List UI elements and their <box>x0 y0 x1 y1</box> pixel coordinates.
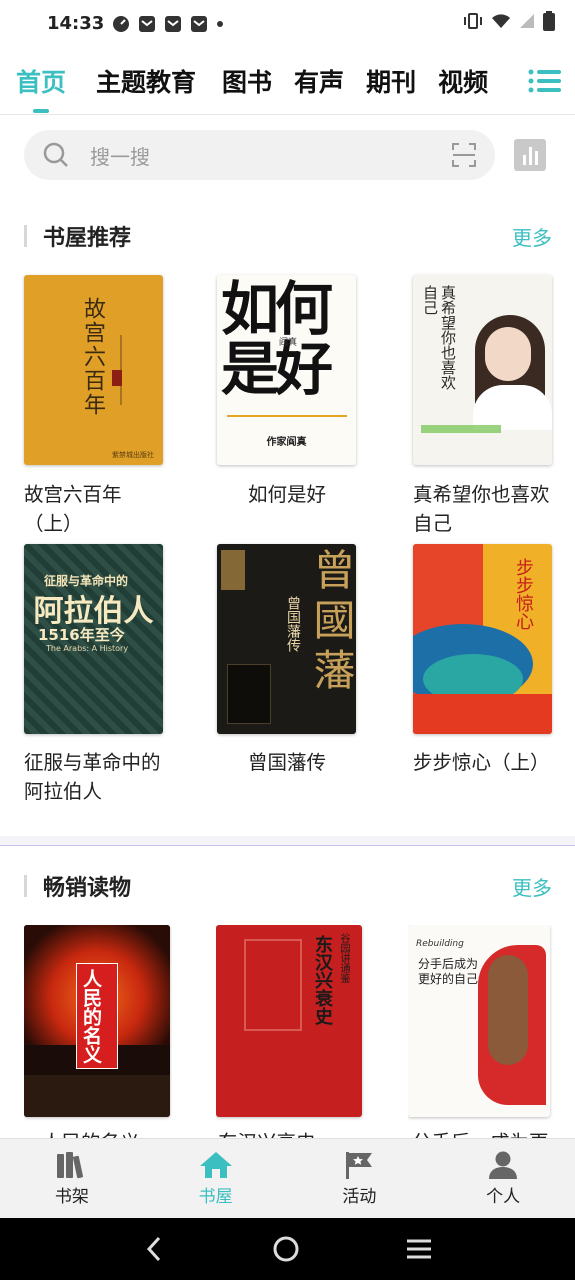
scan-icon[interactable] <box>451 142 477 168</box>
section-title: 畅销读物 <box>43 876 132 901</box>
more-link[interactable]: 更多 <box>512 872 552 901</box>
chart-bar-icon-1 <box>522 155 526 165</box>
battery-icon <box>543 11 555 36</box>
tab-video[interactable]: 视频 <box>430 63 496 99</box>
dot-icon <box>216 20 224 28</box>
nav-activity[interactable]: 活动 <box>288 1139 432 1218</box>
book-card[interactable]: 步步惊心 步步惊心（上） <box>413 544 553 809</box>
section-divider <box>0 836 575 846</box>
speedometer-icon <box>112 15 130 33</box>
book-cover: 如何 是好 阎真 作家阎真 <box>217 275 356 465</box>
book-title: 步步惊心（上） <box>413 751 550 774</box>
search-icon <box>43 142 68 167</box>
book-card[interactable]: 故宫六百年 紫禁城出版社 故宫六百年（上） <box>24 275 164 540</box>
cover-title: 曾國藩 <box>307 548 356 698</box>
book-card[interactable]: 人民的名义 人民的名义 <box>24 925 172 1138</box>
system-nav-bar <box>0 1218 575 1280</box>
book-card[interactable]: 征服与革命中的 阿拉伯人 1516年至今 The Arabs: A Histor… <box>24 544 164 809</box>
cover-title-line2: 是好 <box>221 335 333 403</box>
book-cover: 人民的名义 <box>24 925 170 1117</box>
book-cover: Rebuilding 分手后成为更好的自己 <box>408 925 550 1117</box>
book-title: 征服与革命中的阿拉伯人 <box>24 751 161 803</box>
section-header-bestsellers: 畅销读物 更多 <box>24 868 552 904</box>
cover-title: 真希望你也喜欢自己 <box>421 285 457 390</box>
top-tab-bar: 首页 主题教育 图书 有声 期刊 视频 <box>0 47 575 115</box>
status-bar: 14:33 <box>0 0 575 47</box>
notification-icon-3 <box>190 15 208 33</box>
book-title: 故宫六百年（上） <box>24 483 122 535</box>
signal-icon <box>519 13 535 34</box>
book-cover: 步步惊心 <box>413 544 552 734</box>
cover-author: 阎真 <box>279 338 298 348</box>
tab-home[interactable]: 首页 <box>8 63 74 113</box>
home-circle-icon[interactable] <box>272 1235 300 1263</box>
search-row: 搜一搜 <box>24 130 554 180</box>
book-cover: 谷园讲通鉴 东汉兴衰史 <box>216 925 362 1117</box>
book-cover: 曾國藩 曾国藩传 <box>217 544 356 734</box>
recents-menu-icon[interactable] <box>405 1237 433 1261</box>
status-time: 14:33 <box>47 13 105 34</box>
book-card[interactable]: 曾國藩 曾国藩传 曾国藩传 <box>217 544 357 809</box>
bookshelf-icon <box>56 1152 83 1179</box>
book-title: 真希望你也喜欢自己 <box>413 483 550 535</box>
book-title: 分手后，成为更好的自己 <box>412 1128 552 1138</box>
cover-title: 步步惊心 <box>513 558 534 630</box>
person-icon <box>489 1151 518 1179</box>
cover-subtitle: 谷园讲通鉴 <box>338 933 349 983</box>
flag-icon <box>346 1152 373 1179</box>
nav-label: 个人 <box>486 1187 521 1207</box>
book-title: 东汉兴衰史 <box>218 1128 364 1138</box>
nav-label: 书屋 <box>198 1187 233 1207</box>
nav-label: 活动 <box>342 1187 377 1207</box>
book-card[interactable]: 真希望你也喜欢自己 真希望你也喜欢自己 <box>413 275 553 540</box>
cover-title-line1: 如何 <box>221 275 333 343</box>
more-link[interactable]: 更多 <box>512 222 552 251</box>
book-card[interactable]: 谷园讲通鉴 东汉兴衰史 东汉兴衰史 <box>216 925 364 1138</box>
tab-periodicals[interactable]: 期刊 <box>358 63 424 99</box>
ranking-chart-button[interactable] <box>514 139 546 171</box>
cover-title-line4: The Arabs: A History <box>46 644 129 653</box>
book-title: 人民的名义 <box>42 1128 172 1138</box>
bottom-nav: 书架 书屋 活动 个人 <box>0 1138 575 1218</box>
back-icon[interactable] <box>143 1236 167 1262</box>
nav-bookshelf[interactable]: 书架 <box>0 1139 144 1218</box>
tab-menu-button[interactable] <box>515 47 575 114</box>
search-placeholder: 搜一搜 <box>90 144 150 169</box>
section-title: 书屋推荐 <box>43 226 132 251</box>
notification-icon-1 <box>138 15 156 33</box>
cover-note: 作家阎真 <box>266 437 307 448</box>
book-cover: 真希望你也喜欢自己 <box>413 275 552 465</box>
cover-title: 故宫六百年 <box>80 297 105 417</box>
chart-bar-icon-3 <box>534 151 538 165</box>
notification-icon-2 <box>164 15 182 33</box>
book-cover: 征服与革命中的 阿拉伯人 1516年至今 The Arabs: A Histor… <box>24 544 163 734</box>
cover-title-line3: 1516年至今 <box>38 626 125 644</box>
book-title: 如何是好 <box>247 483 326 506</box>
nav-profile[interactable]: 个人 <box>431 1139 575 1218</box>
vibrate-icon <box>463 12 483 35</box>
nav-label: 书架 <box>54 1187 89 1207</box>
section-marker <box>24 875 27 897</box>
cover-title: 人民的名义 <box>80 969 102 1064</box>
wifi-icon <box>491 13 511 34</box>
book-card[interactable]: Rebuilding 分手后成为更好的自己 分手后，成为更好的自己 <box>408 925 553 1138</box>
tab-theme-education[interactable]: 主题教育 <box>88 63 204 99</box>
book-card[interactable]: 如何 是好 阎真 作家阎真 如何是好 <box>217 275 357 540</box>
nav-bookhouse[interactable]: 书屋 <box>144 1139 288 1218</box>
tab-books[interactable]: 图书 <box>214 63 280 99</box>
cover-subtitle: 曾国藩传 <box>285 596 301 652</box>
chart-bar-icon-2 <box>528 147 532 165</box>
list-menu-icon <box>528 69 561 93</box>
cover-subtitle: Rebuilding <box>416 939 464 949</box>
cover-title: 东汉兴衰史 <box>312 935 333 1025</box>
section-header-recommend: 书屋推荐 更多 <box>24 218 552 254</box>
tab-audio[interactable]: 有声 <box>286 63 352 99</box>
book-cover: 故宫六百年 紫禁城出版社 <box>24 275 163 465</box>
search-input[interactable]: 搜一搜 <box>24 130 495 180</box>
house-icon <box>199 1152 232 1178</box>
cover-title: 分手后成为更好的自己 <box>418 957 479 986</box>
book-title: 曾国藩传 <box>247 751 326 774</box>
section-marker <box>24 225 27 247</box>
